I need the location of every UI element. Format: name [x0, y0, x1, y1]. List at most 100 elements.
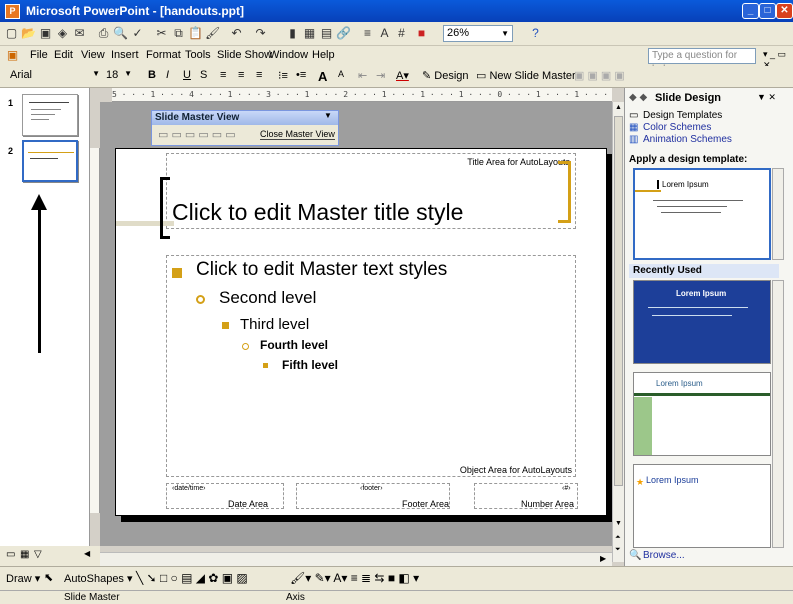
body-level-5[interactable]: Fifth level: [282, 358, 338, 372]
maximize-button[interactable]: □: [759, 3, 776, 19]
template-blue[interactable]: Lorem Ipsum: [633, 280, 771, 364]
redo-icon[interactable]: ↷: [253, 26, 268, 41]
prev-slide-icon[interactable]: ⏶: [615, 534, 621, 542]
insert-chart-icon[interactable]: ▮: [285, 26, 300, 41]
show-formatting-icon[interactable]: A: [377, 26, 392, 41]
taskpane-close-icon[interactable]: ▼ ✕: [757, 92, 776, 103]
powerpoint-icon[interactable]: P: [5, 3, 20, 19]
expand-all-icon[interactable]: ≡: [360, 26, 375, 41]
master-tools-icons[interactable]: ▣ ▣ ▣ ▣: [574, 69, 625, 82]
print-icon[interactable]: ⎙: [96, 26, 111, 41]
underline-button[interactable]: U: [183, 69, 191, 81]
decrease-indent-icon[interactable]: ⇤: [358, 69, 367, 82]
menu-insert[interactable]: Insert: [111, 49, 139, 61]
menu-view[interactable]: View: [81, 49, 105, 61]
new-slide-master-button[interactable]: ▭ New Slide Master: [476, 69, 576, 82]
template-list-scrollbar[interactable]: [772, 168, 784, 260]
next-slide-icon[interactable]: ⏷: [615, 546, 621, 554]
increase-font-icon[interactable]: A: [318, 69, 327, 84]
animation-schemes-link[interactable]: Animation Schemes: [643, 134, 732, 145]
normal-view-icon[interactable]: ▭: [6, 549, 15, 560]
bold-button[interactable]: B: [148, 69, 156, 81]
autoshapes-menu[interactable]: AutoShapes ▾: [64, 572, 133, 585]
paste-icon[interactable]: 📋: [188, 26, 203, 41]
scroll-down-icon[interactable]: ▼: [615, 520, 622, 527]
select-objects-icon[interactable]: ⬉: [44, 571, 53, 584]
open-icon[interactable]: 📂: [21, 26, 36, 41]
template-current[interactable]: Lorem Ipsum: [633, 168, 771, 260]
italic-button[interactable]: I: [166, 69, 169, 81]
template-white[interactable]: Lorem Ipsum ★: [633, 464, 771, 548]
align-right-icon[interactable]: ≡: [256, 69, 262, 81]
drawing-tools-icons[interactable]: ╲ ➘ □ ○ ▤ ◢ ✿ ▣ ▨: [136, 571, 248, 585]
body-level-2[interactable]: Second level: [219, 288, 316, 308]
menu-help[interactable]: Help: [312, 49, 335, 61]
draw-menu[interactable]: Draw ▾: [6, 572, 40, 585]
vertical-scrollbar[interactable]: ▲ ▼ ⏶ ⏷: [612, 102, 624, 562]
color-schemes-link[interactable]: Color Schemes: [643, 122, 711, 133]
menu-window[interactable]: Window: [269, 49, 308, 61]
menu-file[interactable]: File: [30, 49, 48, 61]
scroll-up-icon[interactable]: ▲: [615, 104, 622, 111]
color-grayscale-icon[interactable]: ■: [414, 26, 429, 41]
bullets-icon[interactable]: •≡: [296, 69, 306, 81]
decrease-font-icon[interactable]: A: [338, 69, 344, 79]
zoom-value: 26%: [447, 27, 470, 39]
thumbnail-slide-master[interactable]: [22, 94, 78, 136]
close-button[interactable]: ✕: [776, 3, 793, 19]
align-left-icon[interactable]: ≡: [220, 69, 226, 81]
fill-line-font-color-icons[interactable]: 🖌▾ ✎▾ A▾ ≡ ≣ ⇆ ■ ◧ ▾: [290, 571, 419, 585]
close-master-view-button[interactable]: Close Master View: [260, 129, 335, 140]
design-templates-link[interactable]: Design Templates: [643, 110, 722, 121]
zoom-select[interactable]: 26% ▼: [443, 25, 513, 42]
font-select[interactable]: Arial ▼: [10, 69, 100, 81]
body-level-3[interactable]: Third level: [240, 316, 309, 333]
tables-borders-icon[interactable]: ▤: [319, 26, 334, 41]
numbering-icon[interactable]: ⁝≡: [278, 69, 288, 82]
menu-slide-show[interactable]: Slide Show: [217, 49, 272, 61]
undo-icon[interactable]: ↶: [229, 26, 244, 41]
recent-list-scrollbar[interactable]: [772, 280, 784, 548]
template-green[interactable]: Lorem Ipsum: [633, 372, 771, 456]
menu-edit[interactable]: Edit: [54, 49, 73, 61]
design-button[interactable]: ✎ Design: [422, 69, 469, 82]
body-level-4[interactable]: Fourth level: [260, 338, 328, 352]
save-icon[interactable]: ▣: [38, 26, 53, 41]
master-title-text[interactable]: Click to edit Master title style: [172, 199, 463, 226]
hscroll-right-icon[interactable]: ▶: [600, 554, 606, 563]
hyperlink-icon[interactable]: 🔗: [336, 26, 351, 41]
slide-master[interactable]: Title Area for AutoLayouts Click to edit…: [115, 148, 607, 516]
insert-table-icon[interactable]: ▦: [302, 26, 317, 41]
horizontal-scrollbar[interactable]: ▶: [100, 552, 612, 566]
sorter-view-icon[interactable]: ▦: [20, 549, 29, 560]
toolbar-options-icon[interactable]: ▼: [324, 111, 332, 120]
scroll-thumb[interactable]: [614, 116, 623, 486]
font-color-icon[interactable]: A▾: [396, 69, 409, 82]
menu-tools[interactable]: Tools: [185, 49, 211, 61]
font-size-select[interactable]: 18 ▼: [106, 69, 132, 81]
help-icon[interactable]: ?: [528, 26, 543, 41]
help-search-input[interactable]: Type a question for help: [648, 48, 756, 75]
minimize-button[interactable]: _: [742, 3, 759, 19]
cut-icon[interactable]: ✂: [154, 26, 169, 41]
format-painter-icon[interactable]: 🖌: [205, 26, 220, 41]
spelling-icon[interactable]: ✓: [130, 26, 145, 41]
menu-format[interactable]: Format: [146, 49, 181, 61]
taskpane-nav-icon[interactable]: ◆ ◆: [629, 92, 647, 103]
hscroll-left-icon[interactable]: ◀: [84, 549, 90, 558]
print-preview-icon[interactable]: 🔍: [113, 26, 128, 41]
increase-indent-icon[interactable]: ⇥: [376, 69, 385, 82]
browse-link[interactable]: Browse...: [643, 550, 685, 561]
thumbnail-title-master[interactable]: [22, 140, 78, 182]
email-icon[interactable]: ✉: [72, 26, 87, 41]
copy-icon[interactable]: ⧉: [171, 26, 186, 41]
master-tool-icons[interactable]: ▭ ▭ ▭ ▭ ▭ ▭: [158, 128, 236, 141]
permission-icon[interactable]: ◈: [55, 26, 70, 41]
shadow-button[interactable]: S: [200, 69, 207, 81]
align-center-icon[interactable]: ≡: [238, 69, 244, 81]
slideshow-view-icon[interactable]: ▽: [34, 549, 42, 560]
body-level-1[interactable]: Click to edit Master text styles: [196, 259, 447, 281]
grid-icon[interactable]: #: [394, 26, 409, 41]
new-icon[interactable]: ▢: [4, 26, 19, 41]
document-icon[interactable]: ▣: [5, 48, 20, 63]
